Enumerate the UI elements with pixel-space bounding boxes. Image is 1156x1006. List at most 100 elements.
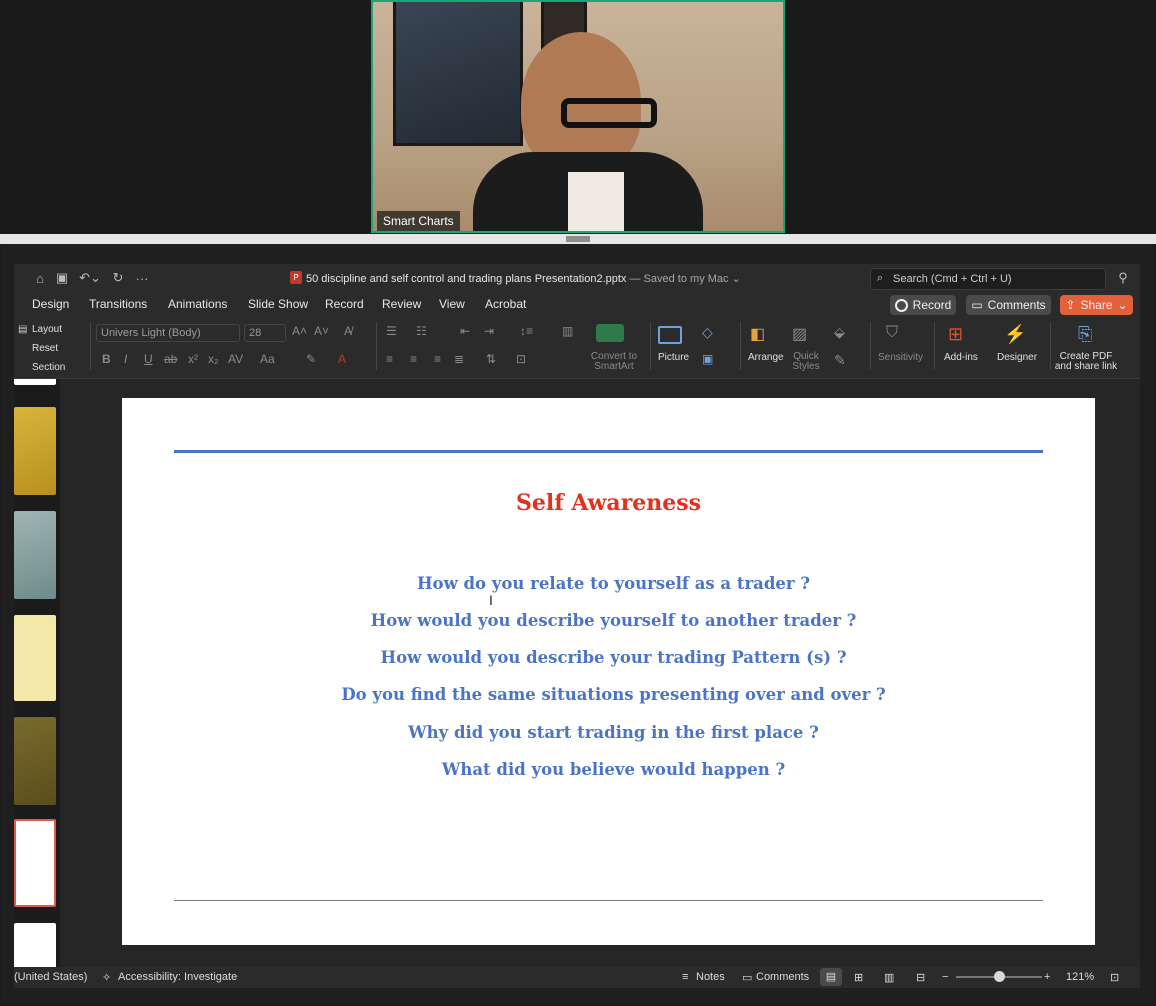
align-center-icon[interactable]: ≡ <box>410 352 417 366</box>
share-button[interactable]: ⇪ Share ⌄ <box>1060 295 1133 315</box>
bold-icon[interactable]: B <box>102 352 111 366</box>
section-button[interactable]: Section <box>32 362 65 373</box>
slide-question[interactable]: How would you describe yourself to anoth… <box>122 611 1105 630</box>
bullets-icon[interactable]: ☰ <box>386 324 397 338</box>
comments-button[interactable]: ▭ Comments <box>966 295 1051 315</box>
accessibility-status[interactable]: Accessibility: Investigate <box>118 971 237 983</box>
increase-indent-icon[interactable]: ⇥ <box>484 324 494 338</box>
smartart-icon[interactable] <box>596 324 624 342</box>
strikethrough-icon[interactable]: ab <box>164 352 177 366</box>
current-slide[interactable]: Self Awareness How do you relate to your… <box>122 398 1095 945</box>
subscript-icon[interactable]: x₂ <box>208 352 219 366</box>
underline-icon[interactable]: U <box>144 352 153 366</box>
add-ins-icon[interactable]: ⊞ <box>948 324 963 345</box>
reset-button[interactable]: Reset <box>32 343 58 354</box>
text-box-icon[interactable]: ▣ <box>702 352 713 366</box>
home-icon[interactable]: ⌂ <box>32 270 48 286</box>
columns-icon[interactable]: ▥ <box>562 324 573 338</box>
slide-question[interactable]: Why did you start trading in the first p… <box>122 723 1105 742</box>
add-ins-button[interactable]: Add-ins <box>944 352 978 363</box>
increase-font-icon[interactable]: A˄ <box>292 324 307 338</box>
resize-grip-icon[interactable] <box>566 236 590 242</box>
reading-view-icon[interactable]: ▥ <box>884 971 894 984</box>
slide-title[interactable]: Self Awareness <box>122 490 1095 516</box>
notes-button[interactable]: Notes <box>696 971 725 983</box>
zoom-slider-thumb[interactable] <box>994 971 1005 982</box>
zoom-out-icon[interactable]: − <box>942 971 948 983</box>
shape-outline-icon[interactable]: ✎ <box>834 352 846 369</box>
numbering-icon[interactable]: ☷ <box>416 324 427 338</box>
tab-design[interactable]: Design <box>32 297 69 311</box>
convert-smartart-button[interactable]: Convert to SmartArt <box>586 352 642 372</box>
create-pdf-button[interactable]: Create PDF and share link <box>1054 352 1118 372</box>
decrease-font-icon[interactable]: A˅ <box>314 324 329 338</box>
italic-icon[interactable]: I <box>124 352 127 366</box>
slide-thumbnail-selected[interactable] <box>14 819 56 907</box>
character-spacing-icon[interactable]: AV <box>228 352 243 366</box>
arrange-button[interactable]: Arrange <box>748 352 784 363</box>
shapes-icon[interactable]: ◇ <box>702 324 713 341</box>
designer-button[interactable]: Designer <box>997 352 1037 363</box>
line-spacing-icon[interactable]: ↕≡ <box>520 324 533 338</box>
sensitivity-button[interactable]: Sensitivity <box>878 352 923 363</box>
tab-animations[interactable]: Animations <box>168 297 227 311</box>
participant-video-tile[interactable]: Smart Charts <box>371 0 785 233</box>
slide-question[interactable]: How do you relate to yourself as a trade… <box>122 574 1105 593</box>
highlight-icon[interactable]: ✎ <box>306 352 316 366</box>
sensitivity-icon[interactable]: ⛉ <box>886 324 898 342</box>
clear-format-icon[interactable]: A̸ <box>344 324 352 338</box>
text-direction-icon[interactable]: ⇅ <box>486 352 496 366</box>
tab-record[interactable]: Record <box>325 297 364 311</box>
normal-view-icon[interactable]: ▤ <box>820 968 842 986</box>
language-status[interactable]: (United States) <box>14 971 87 983</box>
tab-acrobat[interactable]: Acrobat <box>485 297 526 311</box>
slide-question[interactable]: How would you describe your trading Patt… <box>122 648 1105 667</box>
slide-thumbnail[interactable] <box>14 511 56 599</box>
tab-view[interactable]: View <box>439 297 465 311</box>
slide-thumbnail-pane[interactable] <box>14 379 60 967</box>
designer-icon[interactable]: ⚡ <box>1004 324 1026 345</box>
slide-thumbnail[interactable] <box>14 407 56 495</box>
align-text-icon[interactable]: ⊡ <box>516 352 526 366</box>
redo-icon[interactable]: ↻ <box>110 270 126 286</box>
picture-button[interactable]: Picture <box>658 352 689 363</box>
slide-sorter-icon[interactable]: ⊞ <box>854 971 863 984</box>
arrange-icon[interactable]: ◧ <box>750 324 765 344</box>
account-icon[interactable]: ⚲ <box>1115 270 1131 286</box>
record-button[interactable]: Record <box>890 295 956 315</box>
quick-styles-icon[interactable]: ▨ <box>792 324 807 344</box>
document-title[interactable]: 50 discipline and self control and tradi… <box>306 272 741 285</box>
change-case-icon[interactable]: Aa <box>260 352 275 366</box>
fit-to-window-icon[interactable]: ⊡ <box>1110 971 1119 984</box>
slide-thumbnail[interactable] <box>14 923 56 967</box>
comments-status-button[interactable]: Comments <box>756 971 809 983</box>
justify-icon[interactable]: ≣ <box>454 352 464 366</box>
undo-icon[interactable]: ↶⌄ <box>78 270 102 286</box>
picture-icon[interactable] <box>658 326 682 344</box>
font-color-icon[interactable]: A <box>338 352 346 366</box>
pdf-icon[interactable]: ⎘ <box>1078 324 1092 345</box>
align-right-icon[interactable]: ≡ <box>434 352 441 366</box>
superscript-icon[interactable]: x² <box>188 352 198 366</box>
tab-transitions[interactable]: Transitions <box>89 297 147 311</box>
tab-slide-show[interactable]: Slide Show <box>248 297 308 311</box>
zoom-level[interactable]: 121% <box>1066 971 1094 983</box>
zoom-in-icon[interactable]: + <box>1044 971 1050 983</box>
shape-fill-icon[interactable]: ⬙ <box>834 324 845 341</box>
search-input[interactable]: ⌕ Search (Cmd + Ctrl + U) <box>870 268 1106 290</box>
tab-review[interactable]: Review <box>382 297 421 311</box>
slide-question[interactable]: What did you believe would happen ? <box>122 760 1105 779</box>
save-icon[interactable]: ▣ <box>54 270 70 286</box>
more-icon[interactable]: ··· <box>134 270 150 286</box>
quick-styles-button[interactable]: Quick Styles <box>788 352 824 372</box>
align-left-icon[interactable]: ≡ <box>386 352 393 366</box>
decrease-indent-icon[interactable]: ⇤ <box>460 324 470 338</box>
font-name-select[interactable]: Univers Light (Body) <box>96 324 240 342</box>
slide-thumbnail[interactable] <box>14 615 56 701</box>
layout-button[interactable]: Layout <box>32 324 62 335</box>
slide-question[interactable]: Do you find the same situations presenti… <box>122 685 1105 704</box>
slide-thumbnail[interactable] <box>14 717 56 805</box>
slide-show-icon[interactable]: ⊟ <box>916 971 925 984</box>
slide-thumbnail[interactable] <box>14 379 56 385</box>
font-size-select[interactable]: 28 <box>244 324 286 342</box>
